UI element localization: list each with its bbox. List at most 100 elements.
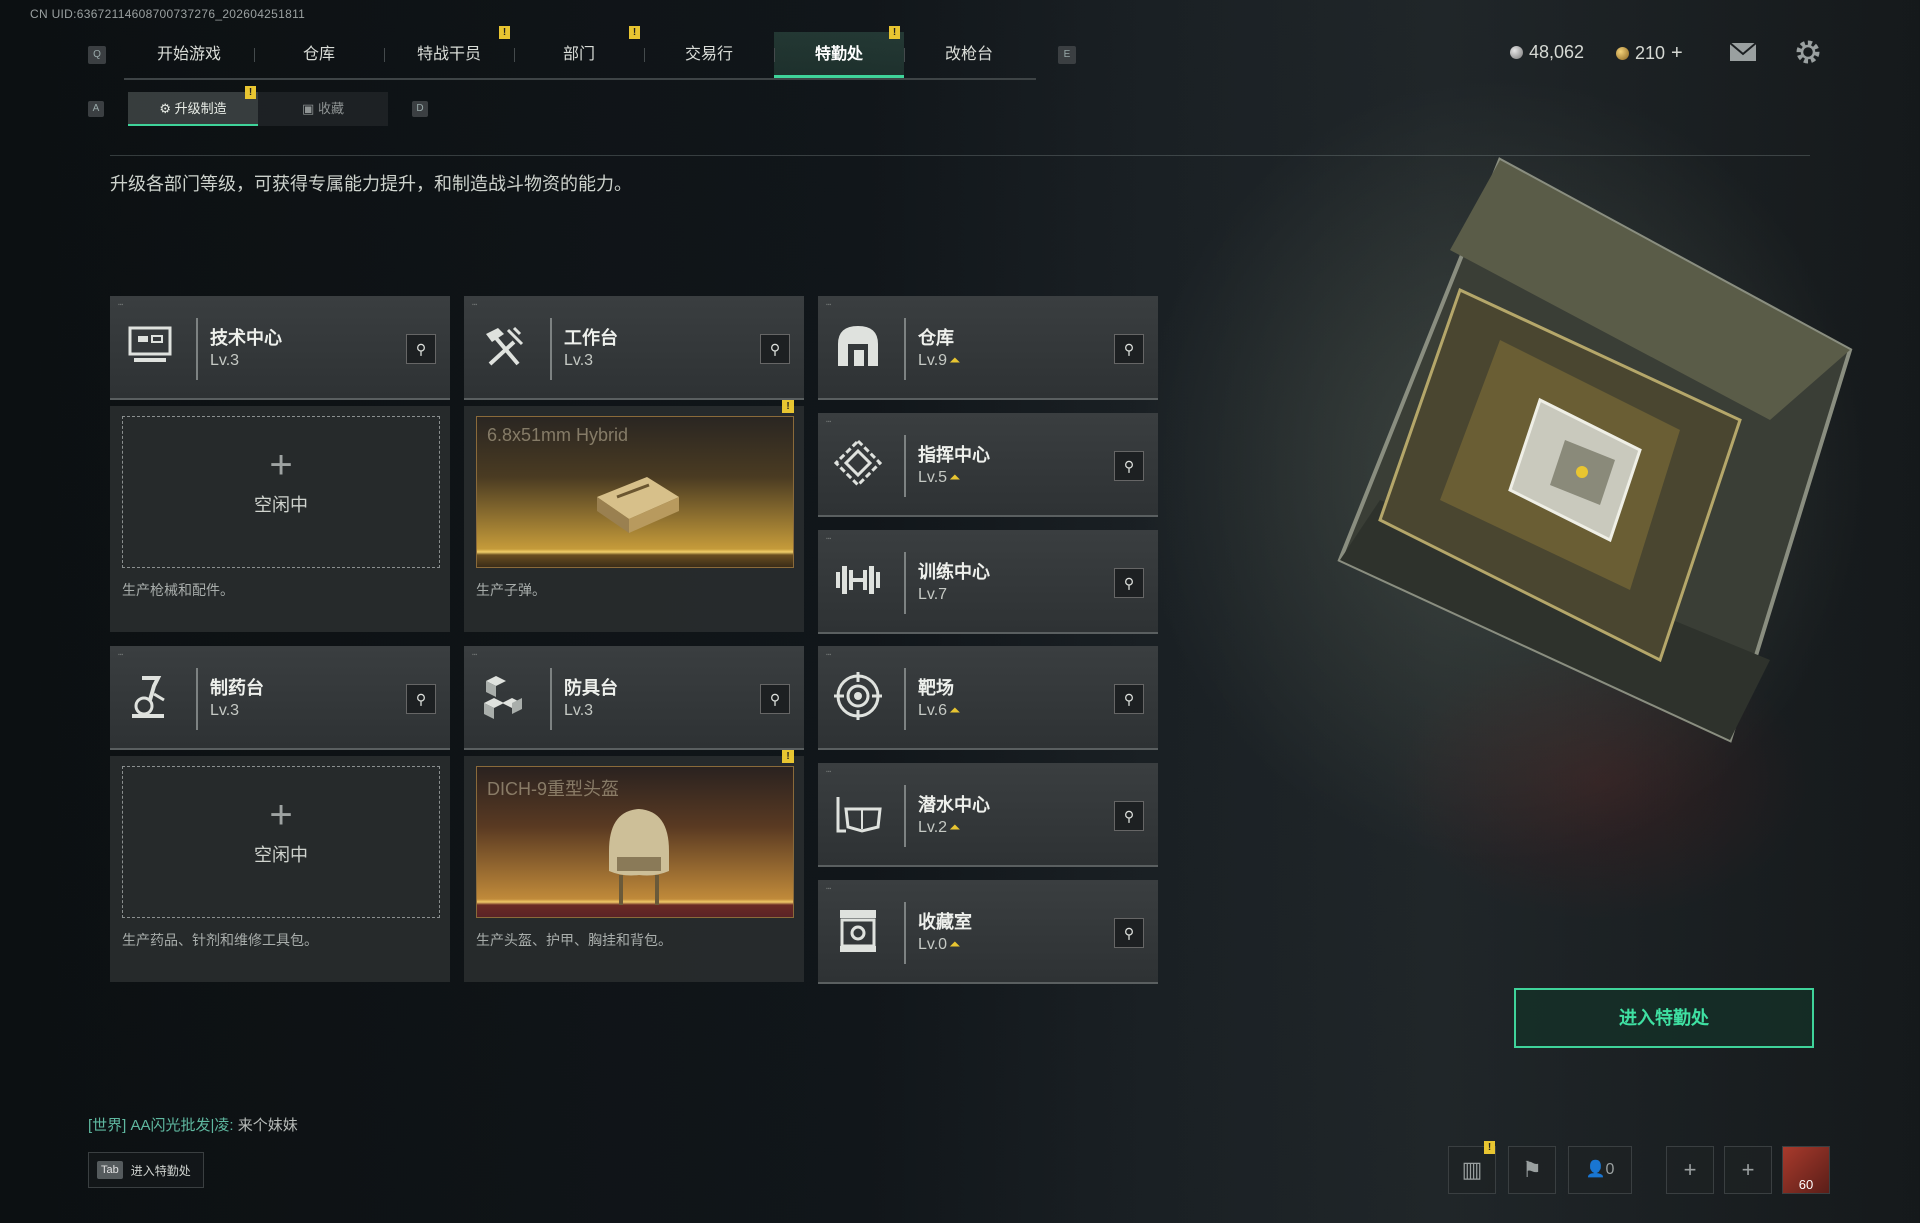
notification-badge: ! (245, 86, 256, 99)
gold-currency: 210 + (1616, 42, 1683, 65)
idle-slot[interactable]: + 空闲中 (122, 416, 440, 568)
workbench-icon (478, 320, 530, 372)
department-name: 收藏室 (918, 912, 972, 932)
search-button[interactable]: ⚲ (760, 334, 790, 364)
add-slot-button[interactable]: + (1666, 1146, 1714, 1194)
search-icon: ⚲ (1123, 691, 1135, 707)
station-card-armor-bench[interactable]: ▪▪▪ 防具台 Lv.3 ⚲ (464, 646, 804, 750)
department-card-shooting-range[interactable]: ▪▪▪ 靶场 Lv.6 ⏶ ⚲ (818, 646, 1158, 750)
station-level: Lv.3 (564, 352, 594, 369)
department-card-diving-center[interactable]: ▪▪▪ 潜水中心 Lv.2 ⏶ ⚲ (818, 763, 1158, 867)
production-panel-tech-center: + 空闲中 生产枪械和配件。 (110, 406, 450, 632)
gold-coin-icon (1616, 47, 1629, 60)
subnav-prev-key[interactable]: A (88, 101, 104, 117)
department-card-command-center[interactable]: ▪▪▪ 指挥中心 Lv.5 ⏶ ⚲ (818, 413, 1158, 517)
plus-icon: + (1683, 1157, 1697, 1182)
tab-trading[interactable]: 交易行 (644, 32, 774, 78)
armor-bench-icon (478, 670, 530, 722)
enter-special-ops-button[interactable]: 进入特勤处 (1514, 988, 1814, 1048)
subtab-upgrade-craft[interactable]: ⚙ 升级制造 ! (128, 86, 258, 126)
add-icon: + (269, 443, 293, 487)
tab-special-ops[interactable]: 特勤处! (774, 26, 904, 78)
dumbbell-icon (832, 554, 884, 606)
chat-message[interactable]: [世界] AA闪光批发|凌: 来个妹妹 (88, 1114, 298, 1135)
person-icon: 👤 (1585, 1161, 1606, 1178)
station-level: Lv.3 (564, 702, 594, 719)
subtab-collection[interactable]: ▣ 收藏 (258, 92, 388, 126)
production-slot[interactable]: 6.8x51mm Hybrid (476, 416, 794, 568)
search-button[interactable]: ⚲ (1114, 684, 1144, 714)
search-icon: ⚲ (1123, 925, 1135, 941)
station-card-tech-center[interactable]: ▪▪▪ 技术中心 Lv.3 ⚲ (110, 296, 450, 400)
stats-button[interactable]: ▥ ! (1448, 1141, 1496, 1194)
station-level: Lv.3 (210, 352, 240, 369)
production-panel-workbench: 6.8x51mm Hybrid ! 生产子弹。 (464, 400, 804, 632)
upgrade-arrow-icon: ⏶ (949, 352, 961, 368)
idle-slot[interactable]: + 空闲中 (122, 766, 440, 918)
silver-coin-icon (1510, 46, 1523, 59)
mail-icon[interactable] (1728, 40, 1758, 69)
tab-start-game[interactable]: 开始游戏 (124, 32, 254, 78)
plus-icon: + (1741, 1157, 1755, 1182)
target-icon (832, 670, 884, 722)
department-level: Lv.9 ⏶ (918, 352, 961, 369)
upgrade-arrow-icon: ⏶ (949, 702, 961, 718)
top-nav: 开始游戏 仓库 特战干员! 部门! 交易行 特勤处! 改枪台 (124, 26, 1036, 80)
production-panel-pharmacy: + 空闲中 生产药品、针剂和维修工具包。 (110, 756, 450, 982)
subnav-next-key[interactable]: D (412, 101, 428, 117)
warehouse-icon (832, 320, 884, 372)
department-name: 仓库 (918, 328, 954, 348)
notification-badge: ! (1484, 1141, 1495, 1154)
notification-badge: ! (782, 400, 794, 413)
station-card-pharmacy[interactable]: ▪▪▪ 制药台 Lv.3 ⚲ (110, 646, 450, 750)
production-slot[interactable]: DICH-9重型头盔 (476, 766, 794, 918)
department-card-collection-room[interactable]: ▪▪▪ 收藏室 Lv.0 ⏶ ⚲ (818, 880, 1158, 984)
notification-badge: ! (889, 26, 900, 39)
department-card-warehouse[interactable]: ▪▪▪ 仓库 Lv.9 ⏶ ⚲ (818, 296, 1158, 400)
avatar[interactable]: 60 (1782, 1146, 1830, 1194)
station-name: 制药台 (210, 678, 264, 698)
uid-text: CN UID:6367211460870073727​6_20260425181… (30, 7, 306, 21)
upgrade-arrow-icon: ⏶ (949, 469, 961, 485)
chat-user: AA闪光批发|凌: (130, 1117, 234, 1134)
production-description: 生产子弹。 (476, 582, 546, 598)
friends-button[interactable]: 👤0 (1568, 1146, 1632, 1194)
add-gold-button[interactable]: + (1671, 42, 1683, 65)
search-button[interactable]: ⚲ (406, 684, 436, 714)
add-icon: + (269, 793, 293, 837)
search-icon: ⚲ (415, 341, 427, 357)
search-button[interactable]: ⚲ (406, 334, 436, 364)
sub-nav: ⚙ 升级制造 ! ▣ 收藏 (128, 86, 388, 126)
nav-prev-key[interactable]: Q (88, 46, 106, 64)
search-button[interactable]: ⚲ (760, 684, 790, 714)
station-card-workbench[interactable]: ▪▪▪ 工作台 Lv.3 ⚲ (464, 296, 804, 400)
diving-mask-icon (832, 787, 884, 839)
tab-hint[interactable]: Tab 进入特勤处 (88, 1152, 204, 1188)
department-level: Lv.0 ⏶ (918, 936, 961, 953)
pharmacy-icon (124, 670, 176, 722)
add-slot-button[interactable]: + (1724, 1146, 1772, 1194)
notification-badge: ! (499, 26, 510, 39)
search-button[interactable]: ⚲ (1114, 568, 1144, 598)
product-name: DICH-9重型头盔 (487, 779, 620, 799)
settings-gear-icon[interactable] (1794, 38, 1822, 71)
notification-badge: ! (782, 750, 794, 763)
flag-button[interactable]: ⚑ (1508, 1146, 1556, 1194)
tab-department[interactable]: 部门! (514, 26, 644, 78)
search-button[interactable]: ⚲ (1114, 918, 1144, 948)
search-button[interactable]: ⚲ (1114, 334, 1144, 364)
search-button[interactable]: ⚲ (1114, 801, 1144, 831)
production-description: 生产枪械和配件。 (122, 582, 234, 598)
search-button[interactable]: ⚲ (1114, 451, 1144, 481)
tab-warehouse[interactable]: 仓库 (254, 32, 384, 78)
upgrade-arrow-icon: ⏶ (949, 936, 961, 952)
display-case-icon (832, 904, 884, 956)
tab-gunsmith[interactable]: 改枪台 (904, 32, 1034, 78)
bar-chart-icon: ▥ (1461, 1157, 1483, 1182)
station-name: 工作台 (564, 328, 618, 348)
tech-center-icon (124, 320, 176, 372)
search-icon: ⚲ (1123, 341, 1135, 357)
department-card-training-center[interactable]: ▪▪▪ 训练中心 Lv.7 ⚲ (818, 530, 1158, 634)
tab-operators[interactable]: 特战干员! (384, 26, 514, 78)
nav-next-key[interactable]: E (1058, 46, 1076, 64)
